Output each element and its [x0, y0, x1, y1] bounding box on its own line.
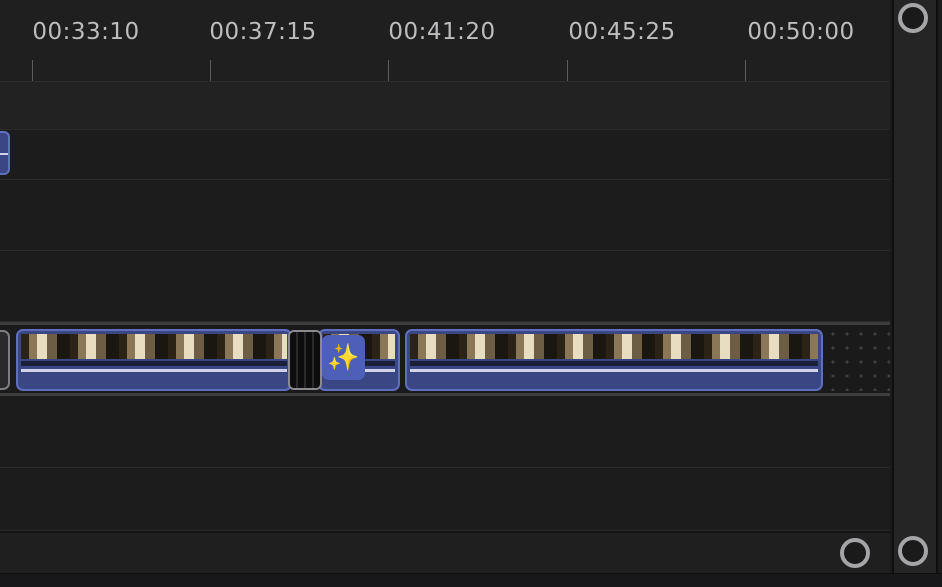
vertical-scrollbar[interactable] — [892, 0, 938, 576]
empty-gap-pattern — [826, 327, 890, 391]
track-row[interactable] — [0, 251, 890, 322]
sparkles-icon[interactable]: ✨ — [322, 335, 365, 380]
track-row[interactable] — [0, 397, 890, 468]
ruler-tick — [210, 60, 211, 81]
track-row[interactable] — [0, 130, 890, 180]
ruler-tick-label: 00:50:00 — [747, 19, 855, 45]
scroll-handle-bottom[interactable] — [898, 536, 928, 566]
connected-clip[interactable] — [0, 131, 10, 175]
track-row[interactable] — [0, 180, 890, 251]
ruler-tick — [567, 60, 568, 81]
ruler-tick — [388, 60, 389, 81]
track-row[interactable] — [0, 468, 890, 531]
timecode-ruler[interactable]: 00:33:10 00:37:15 00:41:20 00:45:25 00:5… — [0, 0, 890, 82]
clip-filmstrip — [21, 334, 287, 359]
video-clip-partial[interactable] — [0, 330, 10, 390]
track-row[interactable] — [0, 82, 890, 130]
clip-filmstrip — [410, 334, 818, 359]
ruler-tick — [32, 60, 33, 81]
video-clip[interactable] — [405, 329, 823, 391]
horizontal-scroll-handle[interactable] — [840, 538, 870, 568]
ruler-tick-label: 00:45:25 — [568, 19, 676, 45]
track-row[interactable] — [0, 531, 890, 573]
video-clip[interactable] — [16, 329, 292, 391]
ruler-tick-label: 00:41:20 — [388, 19, 496, 45]
horizontal-scrollbar[interactable] — [0, 573, 942, 587]
ruler-tick-label: 00:37:15 — [209, 19, 317, 45]
ruler-tick — [745, 60, 746, 81]
transition-clip[interactable] — [288, 330, 322, 390]
ruler-tick-label: 00:33:10 — [32, 19, 140, 45]
timeline-area[interactable]: 00:33:10 00:37:15 00:41:20 00:45:25 00:5… — [0, 0, 890, 573]
scroll-handle-top[interactable] — [898, 3, 928, 33]
